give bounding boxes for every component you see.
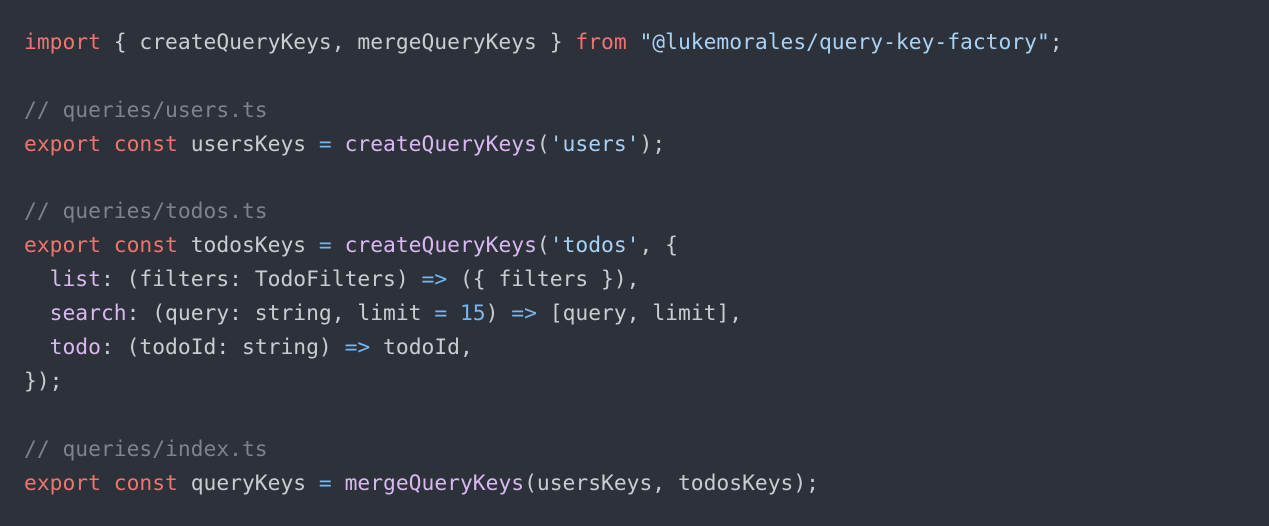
code-token-comment: // queries/users.ts [24,97,268,123]
code-token-default: : (filters: TodoFilters) [100,267,422,293]
code-token-default: ) [485,301,512,327]
code-token-default: ); [639,131,666,157]
code-line: export const usersKeys = createQueryKeys… [24,128,1269,162]
code-token-operator: = [434,301,448,327]
code-token-default [332,132,345,157]
code-line: // queries/users.ts [24,94,1269,128]
code-token-keyword: export [24,131,101,157]
code-token-default: : (query: string, limit [126,301,435,327]
code-token-keyword: const [113,131,178,157]
code-token-operator: = [318,233,332,259]
code-token-comment: // queries/index.ts [24,436,268,462]
code-token-keyword: const [113,233,178,259]
code-token-default: todosKeys [177,233,319,259]
code-token-default: ( [536,131,550,157]
code-token-function: createQueryKeys [344,131,537,157]
code-token-default [24,301,50,326]
code-token-default: ; [1049,30,1063,55]
code-token-function: mergeQueryKeys [344,470,525,496]
code-token-default: todoId, [370,335,473,361]
code-token-string: 'users' [549,131,640,157]
code-line: todo: (todoId: string) => todoId, [24,331,1269,365]
code-token-default: , { [639,233,678,259]
code-token-default: (usersKeys, todosKeys); [524,470,819,496]
code-token-default [24,335,50,360]
code-token-default [101,233,114,258]
code-token-default: queryKeys [177,470,319,496]
code-block: import { createQueryKeys, mergeQueryKeys… [24,26,1269,500]
code-token-default: : (todoId: string) [100,335,345,361]
code-token-default: { createQueryKeys, mergeQueryKeys } [100,30,576,55]
code-token-keyword: export [24,470,101,496]
code-line: list: (filters: TodoFilters) => ({ filte… [24,263,1269,297]
code-token-default [101,132,114,157]
code-token-operator: => [421,267,448,293]
code-token-function: search [49,301,127,327]
code-token-comment: // queries/todos.ts [24,199,268,225]
code-token-default [332,471,345,496]
code-token-keyword: import [24,30,101,55]
code-token-default: usersKeys [177,131,319,157]
code-token-default: [query, limit], [536,301,743,327]
code-token-default [24,267,50,292]
code-token-keyword: export [24,233,101,259]
code-line: }); [24,365,1269,399]
code-token-function: todo [49,335,101,361]
code-token-default [332,233,345,258]
code-line: // queries/todos.ts [24,195,1269,229]
code-line: import { createQueryKeys, mergeQueryKeys… [24,26,1269,60]
code-token-default [101,471,114,496]
code-token-keyword: const [113,470,178,496]
code-token-default [627,30,640,55]
code-token-string: 'todos' [549,233,640,259]
code-token-number: 15 [459,301,486,327]
code-token-default: ( [536,233,550,259]
code-token-operator: = [318,470,332,496]
code-editor: import { createQueryKeys, mergeQueryKeys… [0,0,1269,526]
code-token-default [447,301,460,326]
code-token-function: createQueryKeys [344,233,537,259]
code-line: // queries/index.ts [24,433,1269,467]
code-token-operator: = [318,131,332,157]
code-token-default: }); [24,368,63,394]
code-line: export const queryKeys = mergeQueryKeys(… [24,467,1269,501]
code-token-operator: => [344,335,371,361]
code-line: export const todosKeys = createQueryKeys… [24,229,1269,263]
code-token-string: "@lukemorales/query-key-factory" [639,30,1050,55]
code-token-function: list [49,267,101,293]
code-line: search: (query: string, limit = 15) => [… [24,297,1269,331]
code-token-default: ({ filters }), [447,267,640,293]
code-token-operator: => [511,301,537,327]
code-token-keyword: from [575,30,627,55]
